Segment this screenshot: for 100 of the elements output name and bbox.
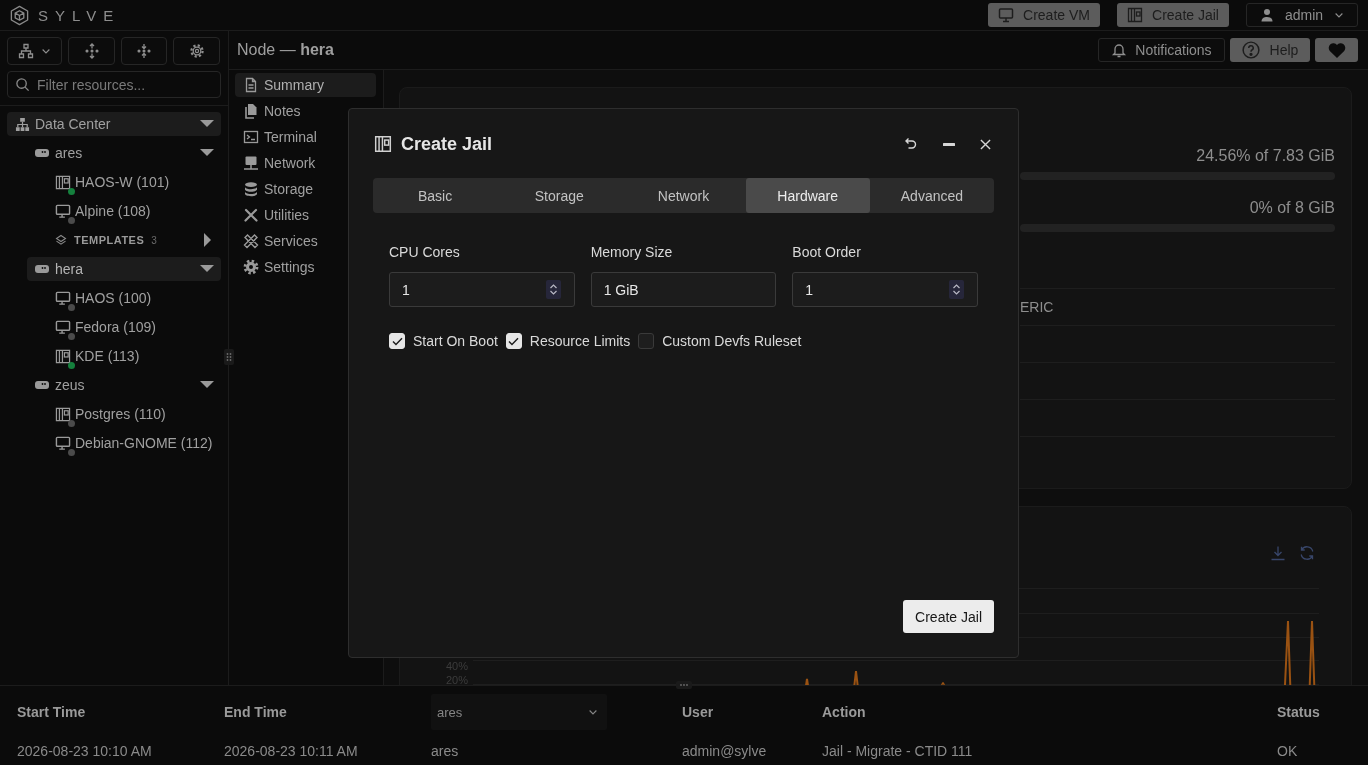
user-menu-button[interactable]: admin xyxy=(1246,3,1358,27)
jail-icon xyxy=(55,174,71,190)
input-field[interactable]: 1 xyxy=(792,272,978,307)
column-header: Action xyxy=(822,704,867,720)
table-cell-text: 2026-08-23 10:10 AM xyxy=(17,743,153,759)
bell-icon xyxy=(1111,42,1128,58)
checkbox-label[interactable]: Resource Limits xyxy=(529,333,631,349)
jail-icon xyxy=(1127,7,1144,23)
jail-icon xyxy=(374,135,392,153)
tools-icon xyxy=(243,207,259,223)
input-field[interactable]: 1 GiB xyxy=(590,272,777,307)
user-icon xyxy=(1258,7,1275,23)
monitor-icon xyxy=(55,435,71,451)
page-title: Node — hera xyxy=(237,41,334,59)
sitemap-icon xyxy=(17,43,34,59)
checkmark-icon xyxy=(391,336,403,346)
nav-item[interactable]: Utilities xyxy=(235,203,376,227)
jail-icon xyxy=(55,348,71,364)
search-field[interactable]: Filter resources... xyxy=(7,71,221,98)
server-icon xyxy=(35,149,49,157)
tree-item[interactable]: Alpine (108) xyxy=(47,199,221,223)
field-label: Memory Size xyxy=(590,244,674,260)
terminal-icon xyxy=(243,129,259,145)
files-icon xyxy=(243,103,259,119)
template-count: 3 xyxy=(151,234,157,246)
nav-item[interactable]: Notes xyxy=(235,99,376,123)
tab[interactable]: Storage xyxy=(497,178,622,213)
column-header: User xyxy=(682,704,715,720)
collapse-all-button[interactable] xyxy=(121,37,167,65)
column-header: Status xyxy=(1277,704,1321,720)
grip-icon[interactable] xyxy=(676,681,692,689)
tab[interactable]: Network xyxy=(621,178,746,213)
nav-item[interactable]: Terminal xyxy=(235,125,376,149)
minimize-icon xyxy=(943,142,955,146)
tree-item[interactable]: HAOS-W (101) xyxy=(47,170,221,194)
table-cell-text: admin@sylve xyxy=(682,743,768,759)
expand-arrows-icon xyxy=(83,43,100,59)
nav-item[interactable]: Storage xyxy=(235,177,376,201)
nav-item[interactable]: Summary xyxy=(235,73,376,97)
checkbox[interactable] xyxy=(638,333,655,349)
checkmark-icon xyxy=(508,336,520,346)
grip-icon[interactable] xyxy=(224,349,234,365)
tree-item[interactable]: hera xyxy=(27,257,221,281)
favorite-button[interactable] xyxy=(1315,38,1358,62)
document-icon xyxy=(243,77,259,93)
table-cell-text: ares xyxy=(431,743,460,759)
spinner-icon[interactable] xyxy=(949,280,964,299)
monitor-icon xyxy=(998,7,1015,23)
submit-button[interactable]: Create Jail xyxy=(903,600,994,633)
usage-reading: 0% of 8 GiB xyxy=(1249,199,1335,217)
column-header: Start Time xyxy=(17,704,87,720)
checkbox-label[interactable]: Custom Devfs Ruleset xyxy=(662,333,802,349)
tree-item[interactable]: HAOS (100) xyxy=(47,286,221,310)
brand-name: SYLVE xyxy=(38,6,121,24)
tree-item[interactable]: ares xyxy=(27,141,221,165)
tree-item[interactable]: Postgres (110) xyxy=(47,402,221,426)
settings-button[interactable] xyxy=(173,37,220,65)
close-icon xyxy=(980,138,991,150)
settings-icon xyxy=(243,259,259,275)
database-icon xyxy=(243,181,259,197)
tree-item[interactable]: TEMPLATES 3 xyxy=(47,228,221,252)
nav-item[interactable]: Settings xyxy=(235,255,376,279)
monitor-icon xyxy=(55,203,71,219)
collapse-arrows-icon xyxy=(136,43,152,59)
usage-reading: 24.56% of 7.83 GiB xyxy=(1196,147,1335,165)
computer-icon xyxy=(243,155,259,171)
table-cell-text: 2026-08-23 10:11 AM xyxy=(224,743,359,759)
tree-item[interactable]: Fedora (109) xyxy=(47,315,221,339)
field-label: CPU Cores xyxy=(389,244,461,260)
notifications-button[interactable]: Notifications xyxy=(1098,38,1225,62)
sitemap-icon xyxy=(15,116,30,132)
field-label: Boot Order xyxy=(792,244,862,260)
nav-item[interactable]: Network xyxy=(235,151,376,175)
detail-value: ERIC xyxy=(1020,299,1054,315)
minimize-button[interactable] xyxy=(943,142,955,146)
tab[interactable]: Advanced xyxy=(869,178,994,213)
checkbox-label[interactable]: Start On Boot xyxy=(413,333,498,349)
column-header: End Time xyxy=(224,704,288,720)
settings-icon xyxy=(188,43,205,59)
monitor-icon xyxy=(55,290,71,306)
help-icon xyxy=(1241,41,1260,59)
filter-select[interactable]: ares xyxy=(431,694,607,730)
tree-item[interactable]: KDE (113) xyxy=(47,344,221,368)
server-icon xyxy=(35,265,49,273)
tab[interactable]: Hardware xyxy=(745,178,870,213)
search-icon xyxy=(15,77,30,92)
crossed-tools-icon xyxy=(243,233,259,249)
input-field[interactable]: 1 xyxy=(389,272,575,307)
tree-item[interactable]: zeus xyxy=(27,373,221,397)
expand-all-button[interactable] xyxy=(68,37,115,65)
tree-item[interactable]: Debian-GNOME (112) xyxy=(47,431,221,455)
layers-icon xyxy=(55,234,67,246)
nav-item[interactable]: Services xyxy=(235,229,376,253)
dialog-title: Create Jail xyxy=(401,133,493,155)
server-icon xyxy=(35,381,49,389)
cube-logo-icon xyxy=(9,4,30,26)
tab[interactable]: Basic xyxy=(373,178,498,213)
table-cell-text: OK xyxy=(1277,743,1299,759)
tree-view-button[interactable] xyxy=(7,37,62,65)
tree-item[interactable]: Data Center xyxy=(7,112,221,136)
